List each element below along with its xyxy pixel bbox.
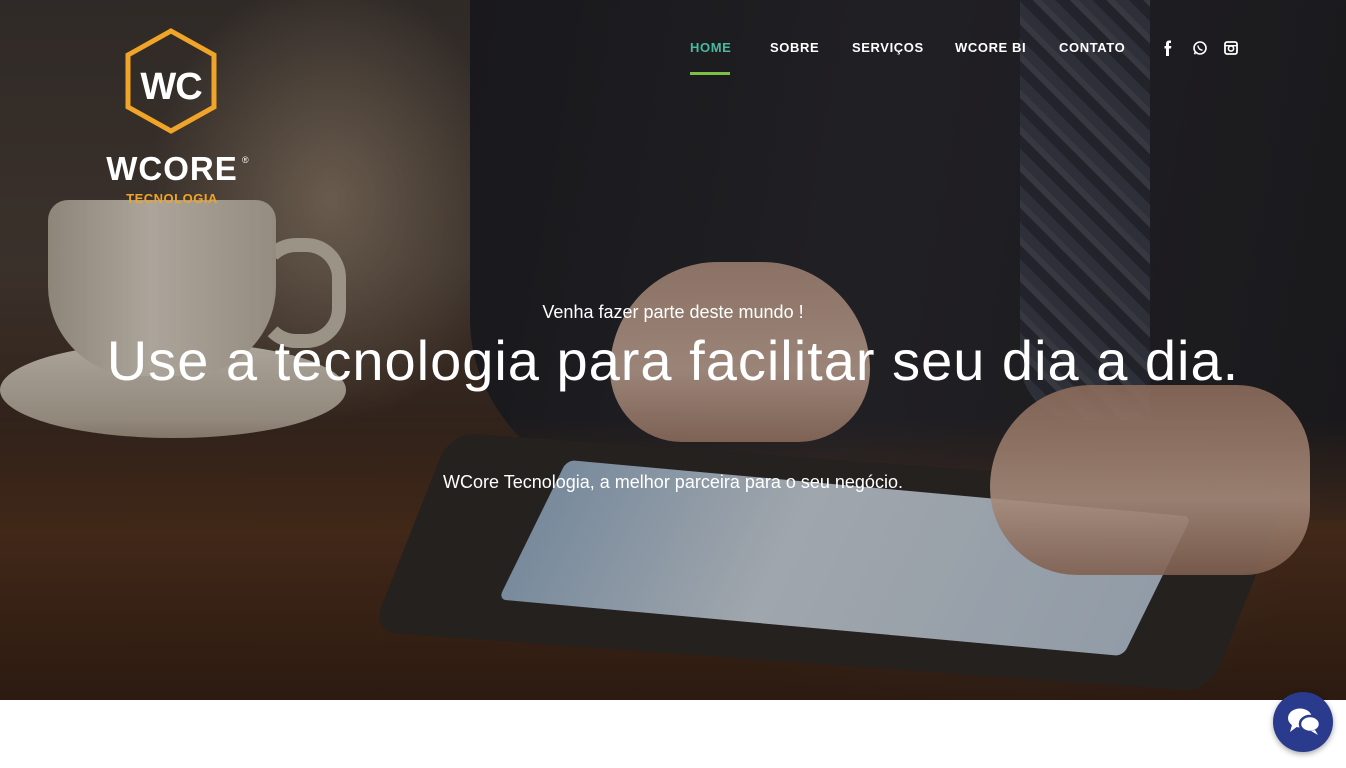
logo-subtitle: TECNOLOGIA: [126, 191, 218, 206]
nav-servicos[interactable]: SERVIÇOS: [852, 39, 924, 57]
logo-monogram: WC: [140, 66, 202, 108]
nav-home[interactable]: HOME: [690, 39, 731, 57]
whatsapp-icon[interactable]: [1192, 40, 1208, 56]
instagram-icon[interactable]: [1223, 40, 1239, 56]
nav-sobre[interactable]: SOBRE: [770, 39, 819, 57]
facebook-icon[interactable]: [1160, 40, 1176, 56]
brand-logo[interactable]: WC WCORE ® TECNOLOGIA: [102, 28, 252, 208]
registered-mark: ®: [242, 155, 249, 165]
nav-wcore-bi[interactable]: WCORE BI: [955, 39, 1026, 57]
logo-name: WCORE: [106, 150, 238, 187]
hero-kicker: Venha fazer parte deste mundo !: [542, 302, 804, 322]
chat-bubbles-icon: [1288, 708, 1321, 735]
hero-title: Use a tecnologia para facilitar seu dia …: [106, 329, 1240, 392]
nav-active-underline: [690, 72, 730, 75]
chat-button[interactable]: [1273, 692, 1333, 752]
nav-contato[interactable]: CONTATO: [1059, 39, 1125, 57]
hero-tagline: WCore Tecnologia, a melhor parceira para…: [443, 472, 903, 492]
